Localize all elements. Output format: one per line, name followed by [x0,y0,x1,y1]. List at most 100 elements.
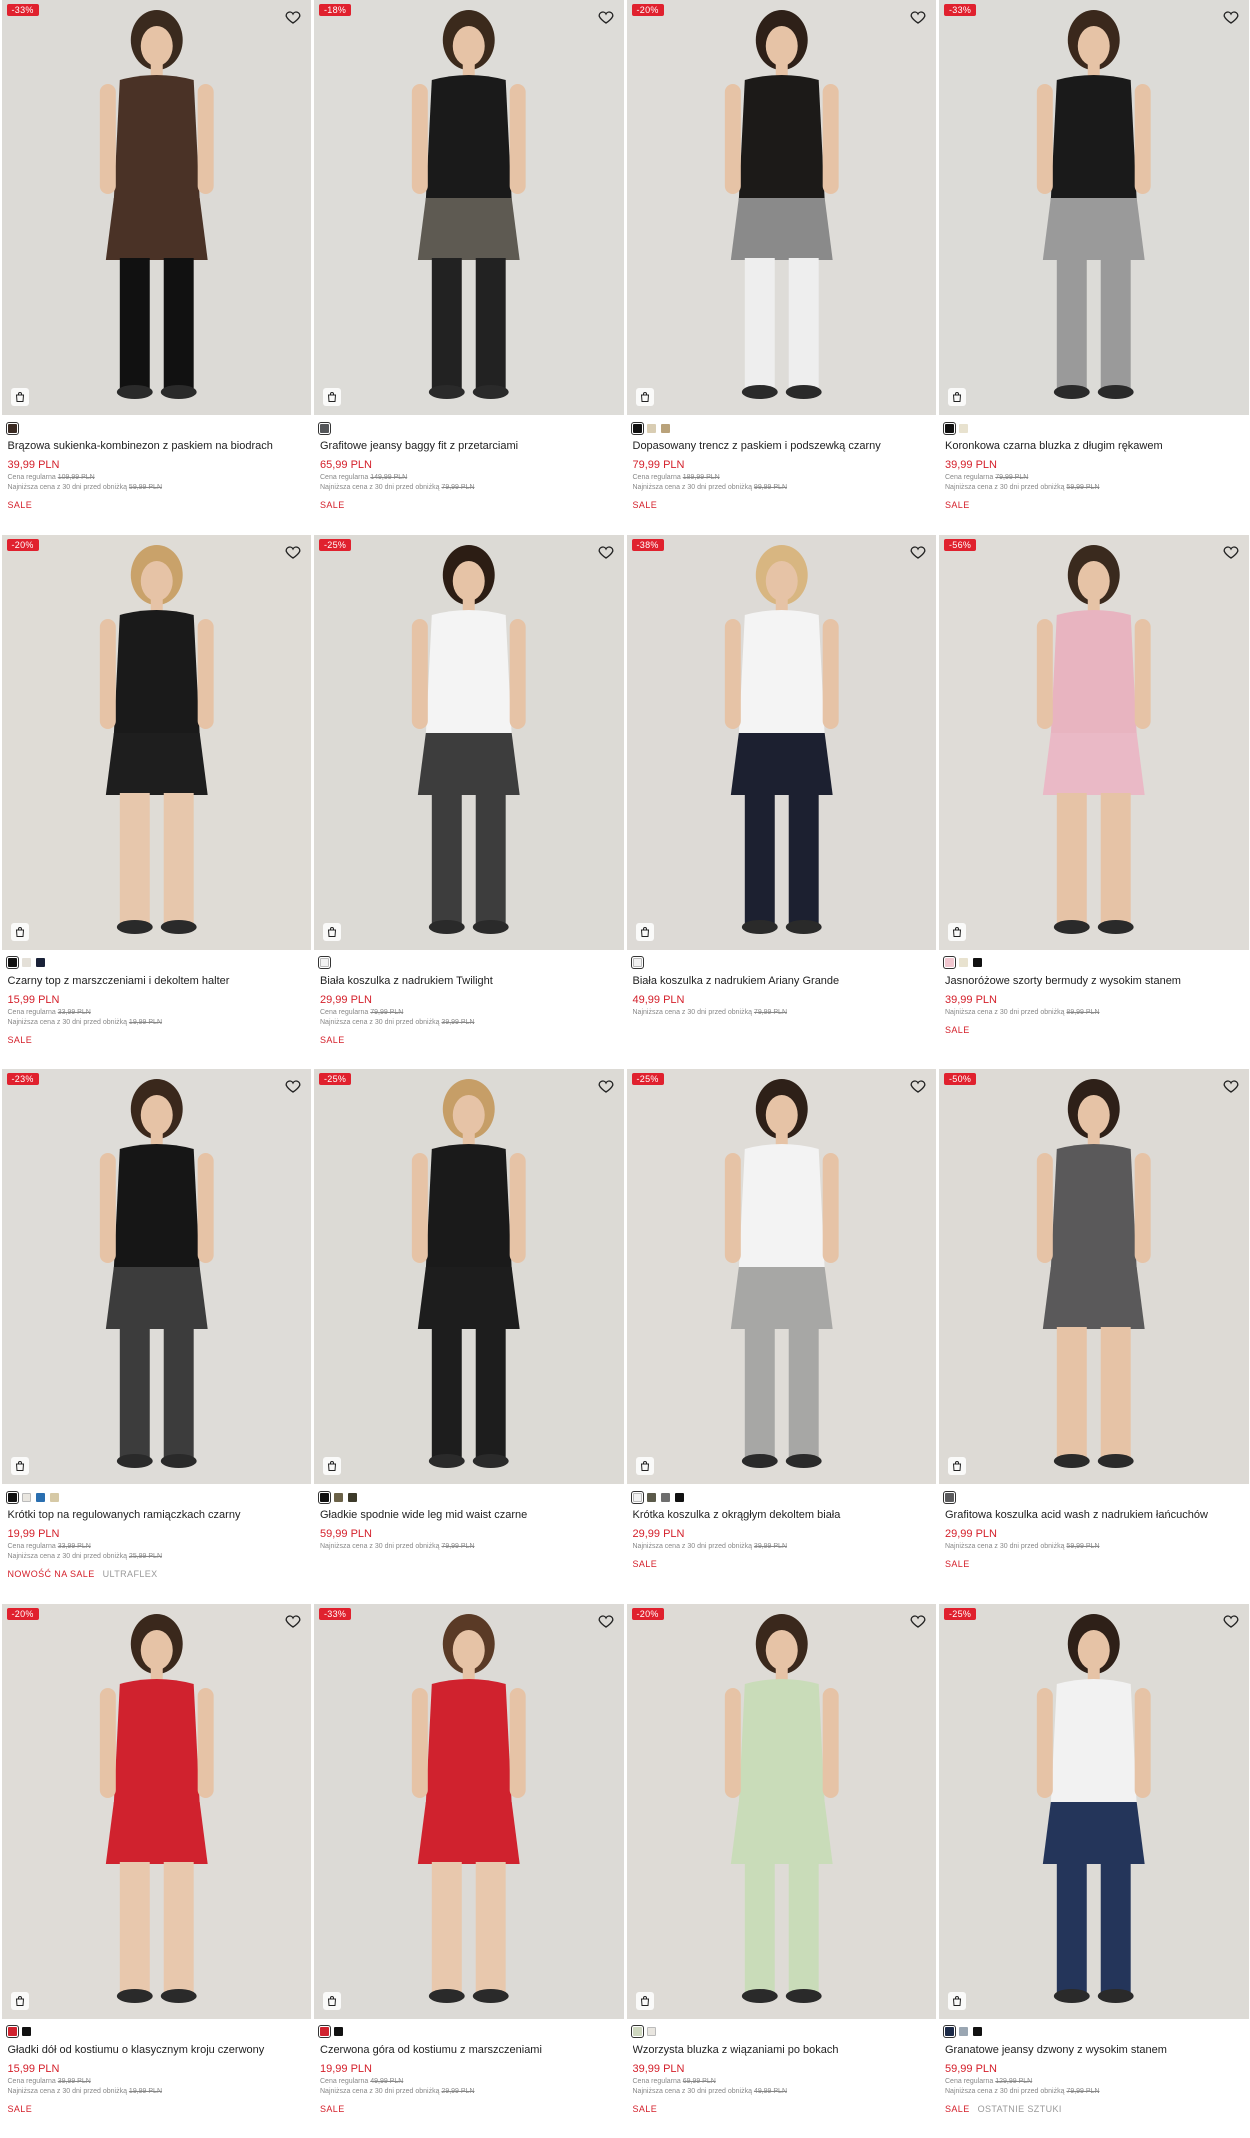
heart-icon[interactable] [1222,543,1240,561]
product-photo[interactable]: -33% [314,1604,624,2019]
product-name[interactable]: Krótka koszulka z okrągłym dekoltem biał… [633,1509,931,1521]
heart-icon[interactable] [909,1077,927,1095]
product-photo[interactable]: -50% [939,1069,1249,1484]
product-card[interactable]: -33% Brązowa sukienka-kombinezon z paskie… [0,0,313,535]
product-card[interactable]: -56% Jasnoróżowe szorty bermudy z wysokim… [938,535,1250,1070]
color-swatch[interactable] [22,2027,31,2036]
color-swatch[interactable] [661,1493,670,1502]
product-card[interactable]: -33% Czerwona góra od kostiumu z marszcze… [313,1604,626,2138]
color-swatch[interactable] [633,424,642,433]
shopping-bag-icon[interactable] [323,1992,341,2010]
color-swatch[interactable] [22,958,31,967]
product-card[interactable]: -20% Wzorzysta bluzka z wiązaniami po bok… [625,1604,938,2138]
shopping-bag-icon[interactable] [636,1992,654,2010]
product-photo[interactable]: -20% [2,535,312,950]
product-photo[interactable]: -20% [2,1604,312,2019]
color-swatch[interactable] [959,958,968,967]
product-photo[interactable]: -25% [314,1069,624,1484]
heart-icon[interactable] [284,8,302,26]
product-name[interactable]: Grafitowe jeansy baggy fit z przetarciam… [320,440,618,452]
heart-icon[interactable] [909,8,927,26]
product-photo[interactable]: -25% [939,1604,1249,2019]
color-swatch[interactable] [8,958,17,967]
product-name[interactable]: Biała koszulka z nadrukiem Twilight [320,975,618,987]
product-name[interactable]: Gładkie spodnie wide leg mid waist czarn… [320,1509,618,1521]
color-swatch[interactable] [8,2027,17,2036]
shopping-bag-icon[interactable] [948,1457,966,1475]
shopping-bag-icon[interactable] [636,1457,654,1475]
heart-icon[interactable] [597,1612,615,1630]
color-swatch[interactable] [945,1493,954,1502]
color-swatch[interactable] [959,424,968,433]
heart-icon[interactable] [1222,1612,1240,1630]
product-name[interactable]: Dopasowany trencz z paskiem i podszewką … [633,440,931,452]
product-photo[interactable]: -56% [939,535,1249,950]
heart-icon[interactable] [1222,8,1240,26]
product-card[interactable]: -25%Biała koszulka z nadrukiem Twilight2… [313,535,626,1070]
product-card[interactable]: -50% Grafitowa koszulka acid wash z nadru… [938,1069,1250,1604]
shopping-bag-icon[interactable] [636,388,654,406]
product-name[interactable]: Gładki dół od kostiumu o klasycznym kroj… [8,2044,306,2056]
color-swatch[interactable] [675,1493,684,1502]
color-swatch[interactable] [334,2027,343,2036]
color-swatch[interactable] [945,424,954,433]
color-swatch[interactable] [633,2027,642,2036]
color-swatch[interactable] [348,1493,357,1502]
product-name[interactable]: Czarny top z marszczeniami i dekoltem ha… [8,975,306,987]
product-photo[interactable]: -25% [627,1069,937,1484]
heart-icon[interactable] [284,1612,302,1630]
heart-icon[interactable] [1222,1077,1240,1095]
product-name[interactable]: Czerwona góra od kostiumu z marszczeniam… [320,2044,618,2056]
color-swatch[interactable] [647,424,656,433]
color-swatch[interactable] [320,958,329,967]
color-swatch[interactable] [8,424,17,433]
color-swatch[interactable] [647,2027,656,2036]
color-swatch[interactable] [647,1493,656,1502]
product-name[interactable]: Grafitowa koszulka acid wash z nadrukiem… [945,1509,1243,1521]
product-name[interactable]: Wzorzysta bluzka z wiązaniami po bokach [633,2044,931,2056]
product-card[interactable]: -20% Czarny top z marszczeniami i dekolte… [0,535,313,1070]
color-swatch[interactable] [973,958,982,967]
shopping-bag-icon[interactable] [948,388,966,406]
product-photo[interactable]: -20% [627,0,937,415]
product-name[interactable]: Brązowa sukienka-kombinezon z paskiem na… [8,440,306,452]
product-card[interactable]: -33%Koronkowa czarna bluzka z długim ręk… [938,0,1250,535]
product-card[interactable]: -23% Krótki top na regulowanych ramiączka… [0,1069,313,1604]
color-swatch[interactable] [945,2027,954,2036]
color-swatch[interactable] [959,2027,968,2036]
product-name[interactable]: Krótki top na regulowanych ramiączkach c… [8,1509,306,1521]
color-swatch[interactable] [320,2027,329,2036]
color-swatch[interactable] [945,958,954,967]
color-swatch[interactable] [973,2027,982,2036]
shopping-bag-icon[interactable] [11,388,29,406]
product-name[interactable]: Granatowe jeansy dzwony z wysokim stanem [945,2044,1243,2056]
color-swatch[interactable] [22,1493,31,1502]
product-name[interactable]: Biała koszulka z nadrukiem Ariany Grande [633,975,931,987]
shopping-bag-icon[interactable] [11,1457,29,1475]
product-photo[interactable]: -33% [939,0,1249,415]
shopping-bag-icon[interactable] [11,1992,29,2010]
color-swatch[interactable] [334,1493,343,1502]
shopping-bag-icon[interactable] [636,923,654,941]
shopping-bag-icon[interactable] [323,388,341,406]
product-name[interactable]: Jasnoróżowe szorty bermudy z wysokim sta… [945,975,1243,987]
product-card[interactable]: -20% Gładki dół od kostiumu o klasycznym … [0,1604,313,2138]
product-card[interactable]: -25% Gładkie spodnie wide leg mid waist c… [313,1069,626,1604]
product-photo[interactable]: -38% [627,535,937,950]
product-photo[interactable]: -20% [627,1604,937,2019]
shopping-bag-icon[interactable] [948,1992,966,2010]
color-swatch[interactable] [36,1493,45,1502]
product-photo[interactable]: -33% [2,0,312,415]
shopping-bag-icon[interactable] [11,923,29,941]
heart-icon[interactable] [284,1077,302,1095]
product-card[interactable]: -18%Grafitowe jeansy baggy fit z przetar… [313,0,626,535]
product-photo[interactable]: -25% [314,535,624,950]
heart-icon[interactable] [909,543,927,561]
color-swatch[interactable] [633,958,642,967]
product-photo[interactable]: -23% [2,1069,312,1484]
product-card[interactable]: -20% Dopasowany trencz z paskiem i podsze… [625,0,938,535]
product-card[interactable]: -25% Granatowe jeansy dzwony z wysokim st… [938,1604,1250,2138]
heart-icon[interactable] [597,8,615,26]
color-swatch[interactable] [633,1493,642,1502]
color-swatch[interactable] [50,1493,59,1502]
